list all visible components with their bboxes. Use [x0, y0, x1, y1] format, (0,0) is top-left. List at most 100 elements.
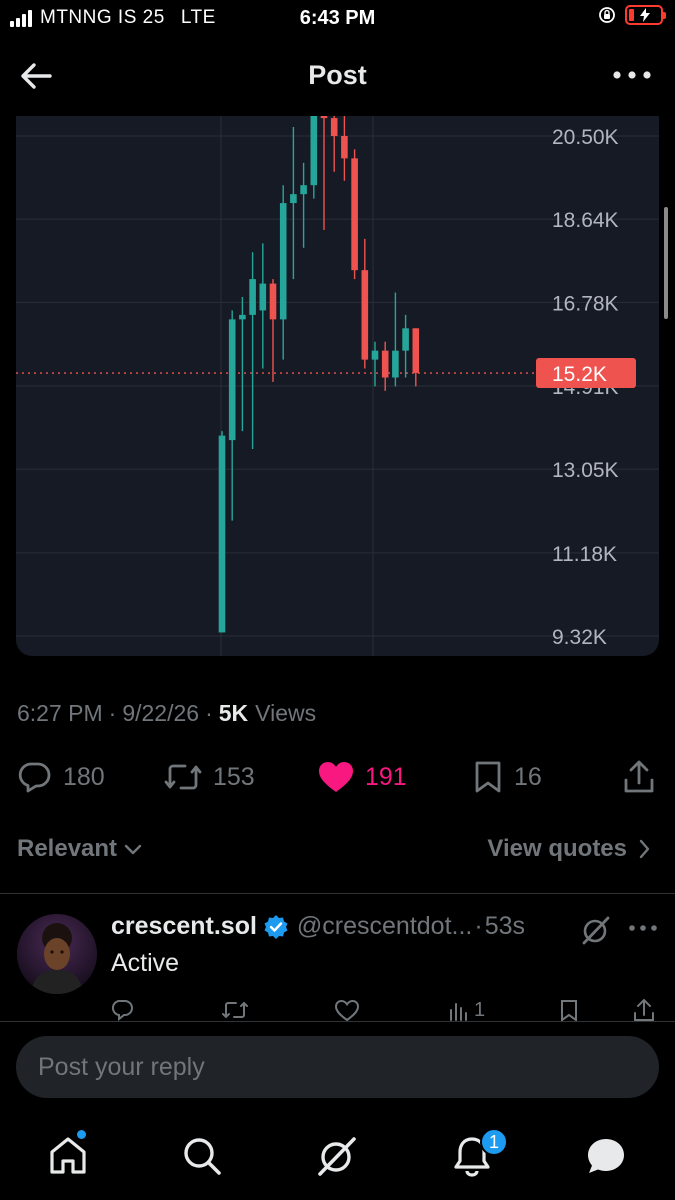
reply-author-name[interactable]: crescent.sol — [111, 912, 257, 941]
candle-body — [341, 136, 348, 159]
post-date: 9/22/26 — [122, 700, 200, 726]
post-actions: 180 153 191 16 — [0, 755, 675, 799]
candle-body — [239, 314, 246, 320]
share-icon — [634, 998, 654, 1021]
bottom-nav — [0, 1120, 675, 1200]
back-arrow-icon[interactable] — [16, 58, 56, 94]
candle-body — [249, 279, 256, 315]
views-count[interactable]: 5K — [219, 700, 248, 727]
reply-icon — [111, 999, 133, 1022]
view-quotes-link[interactable]: View quotes — [487, 835, 651, 863]
candlestick-chart: 20.50K18.64K16.78K14.91K13.05K11.18K9.32… — [16, 116, 659, 656]
analytics-icon — [450, 1003, 467, 1021]
view-quotes-label: View quotes — [487, 835, 627, 862]
rotation-lock-icon — [599, 7, 615, 23]
reply-time: 53s — [484, 912, 526, 940]
share-icon — [624, 760, 654, 793]
reply-text: Active — [111, 949, 180, 977]
chevron-down-icon — [124, 844, 142, 855]
reply-author-handle[interactable]: @crescentdot... — [297, 912, 472, 941]
repost-icon — [164, 764, 202, 790]
bookmark-count: 16 — [514, 762, 542, 791]
reply-composer — [16, 1036, 659, 1098]
grok-icon[interactable] — [580, 914, 612, 946]
status-bar: MTNNG IS 25 LTE 6:43 PM — [0, 0, 675, 40]
reply-count: 180 — [63, 762, 105, 791]
meta-separator: · — [474, 912, 483, 940]
meta-separator: · — [205, 700, 213, 726]
candle-body — [269, 283, 277, 320]
candle-body — [320, 116, 328, 119]
search-icon[interactable] — [180, 1134, 224, 1178]
candle-body — [279, 203, 287, 320]
views-label[interactable]: Views — [255, 700, 316, 727]
reply-sort-dropdown[interactable]: Relevant — [17, 835, 143, 863]
reply-sort-label: Relevant — [17, 835, 118, 862]
candle-body — [218, 435, 226, 633]
more-options-icon[interactable] — [609, 60, 655, 90]
current-price-label: 15.2K — [552, 363, 607, 386]
candle-body — [371, 350, 379, 360]
bookmark-icon — [475, 761, 501, 793]
reply-button[interactable]: 180 — [17, 755, 105, 799]
candle-body — [381, 350, 389, 378]
heart-filled-icon — [319, 762, 353, 792]
divider — [0, 893, 675, 894]
heart-icon — [334, 999, 360, 1022]
reply-views-button[interactable]: 1 — [448, 998, 485, 1022]
like-count: 191 — [365, 762, 407, 791]
verified-badge-icon — [264, 914, 288, 939]
status-time: 6:43 PM — [299, 7, 376, 29]
notifications-badge: 1 — [480, 1128, 508, 1156]
battery-icon — [625, 5, 666, 25]
reply-header: crescent.sol @crescentdot... · 53s — [111, 912, 525, 941]
candle-body — [300, 185, 307, 195]
meta-separator: · — [108, 700, 117, 726]
grok-icon[interactable] — [315, 1134, 359, 1178]
y-tick-label: 18.64K — [552, 209, 619, 232]
candle-body — [361, 270, 369, 360]
repost-count: 153 — [213, 762, 255, 791]
y-tick-label: 11.18K — [552, 543, 617, 566]
reply-reply-button[interactable] — [111, 998, 135, 1022]
candle-body — [402, 328, 409, 351]
reply-repost-button[interactable] — [221, 998, 249, 1022]
candle-body — [310, 116, 318, 186]
more-options-icon[interactable] — [626, 918, 660, 938]
page-title: Post — [308, 60, 367, 90]
reply-input[interactable] — [16, 1036, 659, 1098]
bookmark-icon — [561, 1000, 577, 1022]
share-button[interactable] — [622, 755, 656, 799]
scroll-indicator — [664, 207, 668, 319]
candle-body — [330, 118, 338, 136]
reply-icon — [18, 762, 51, 793]
home-unread-dot — [77, 1130, 86, 1139]
messages-icon[interactable] — [584, 1134, 628, 1178]
reply-views-count: 1 — [474, 998, 486, 1021]
chevron-right-icon — [639, 839, 650, 859]
reply-share-button[interactable] — [632, 998, 656, 1022]
repost-button[interactable]: 153 — [163, 755, 255, 799]
chart-image[interactable]: 20.50K18.64K16.78K14.91K13.05K11.18K9.32… — [16, 116, 659, 656]
avatar[interactable] — [17, 914, 97, 994]
candle-body — [392, 350, 399, 378]
reply-actions: 1 — [0, 998, 675, 1022]
candle-body — [412, 328, 420, 374]
like-button[interactable]: 191 — [317, 755, 407, 799]
reply-like-button[interactable] — [334, 998, 360, 1022]
post-header: Post — [0, 44, 675, 108]
reply-bookmark-button[interactable] — [558, 998, 580, 1022]
home-icon[interactable] — [46, 1134, 90, 1178]
y-tick-label: 20.50K — [552, 126, 619, 149]
avatar-image — [17, 914, 97, 994]
divider — [0, 1021, 675, 1022]
bookmark-button[interactable]: 16 — [472, 755, 542, 799]
candle-body — [259, 283, 267, 311]
post-time: 6:27 PM — [17, 700, 103, 726]
post-meta: 6:27 PM · 9/22/26 · 5K Views — [17, 700, 316, 727]
y-tick-label: 13.05K — [552, 459, 619, 482]
candle-body — [228, 319, 236, 441]
y-tick-label: 9.32K — [552, 626, 607, 649]
candle-body — [351, 158, 358, 271]
repost-icon — [222, 1001, 248, 1019]
